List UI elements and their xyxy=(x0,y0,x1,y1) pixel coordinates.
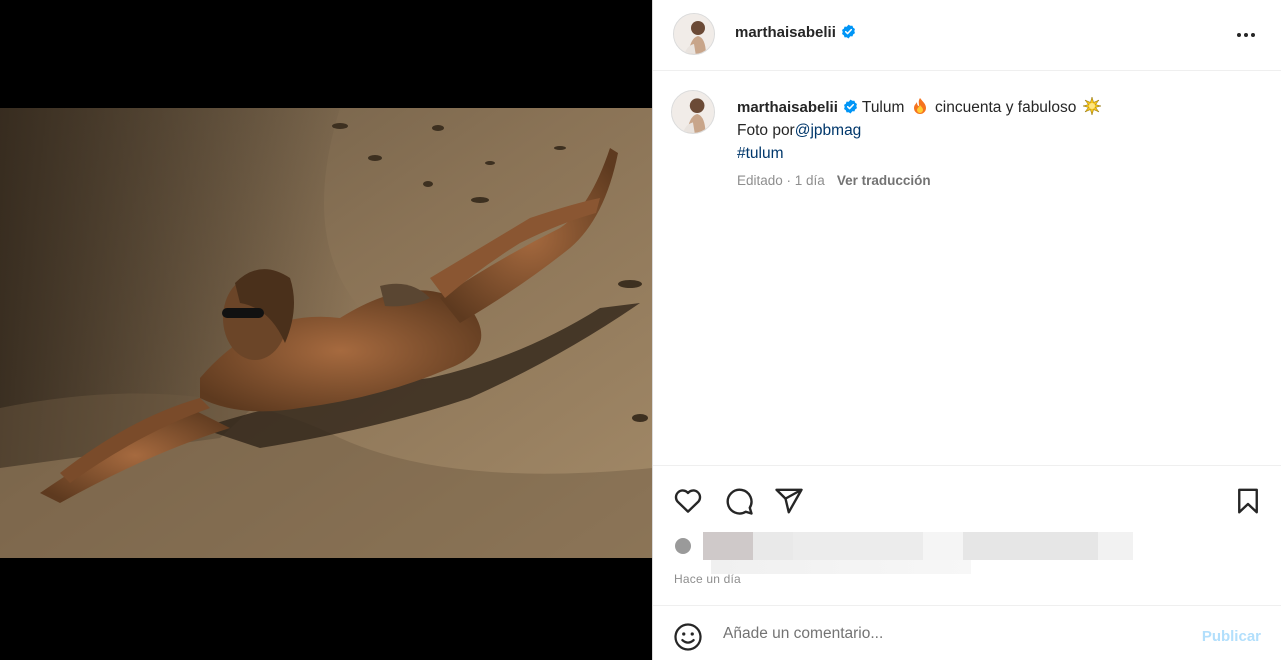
avatar[interactable] xyxy=(673,13,715,55)
post-header: marthaisabelii xyxy=(653,0,1281,71)
verified-badge-icon xyxy=(843,99,857,114)
comment-input[interactable] xyxy=(723,620,1183,648)
beach-photo xyxy=(0,108,652,558)
translate-button[interactable]: Ver traducción xyxy=(837,173,931,188)
blurred-likes xyxy=(703,532,1133,560)
caption-meta: Editado · 1 día Ver traducción xyxy=(737,173,931,188)
caption-username[interactable]: marthaisabelii xyxy=(737,99,838,116)
post-username[interactable]: marthaisabelii xyxy=(735,24,856,41)
caption-text: marthaisabelii Tulum cincuenta y fabulos… xyxy=(737,96,1257,165)
dot xyxy=(1251,33,1255,37)
edited-label: Editado · 1 día xyxy=(737,173,825,188)
profile-photo xyxy=(674,14,714,54)
fire-emoji-icon xyxy=(913,98,926,114)
blurred-likes-line-2 xyxy=(711,560,971,574)
publish-button[interactable]: Publicar xyxy=(1202,628,1261,645)
actions-section: Hace un día xyxy=(653,465,1281,605)
likes-summary-blurred xyxy=(675,532,1133,574)
smile-icon[interactable] xyxy=(673,622,703,652)
share-icon[interactable] xyxy=(774,486,804,516)
post-media xyxy=(0,0,652,660)
caption-section: marthaisabelii Tulum cincuenta y fabulos… xyxy=(653,72,1281,464)
caption-text-2: cincuenta y fabuloso xyxy=(935,99,1077,116)
credit-prefix: Foto por xyxy=(737,122,795,139)
dot xyxy=(1244,33,1248,37)
liker-avatar xyxy=(675,538,691,554)
more-horizontal-icon[interactable] xyxy=(1233,22,1259,48)
comment-icon[interactable] xyxy=(724,486,754,516)
comment-bar: Publicar xyxy=(653,605,1281,660)
profile-photo xyxy=(672,91,714,133)
caption-line-2: Foto por@jpbmag xyxy=(737,119,1257,142)
post-sidebar: marthaisabelii marthaisabelii Tulum cinc… xyxy=(652,0,1281,660)
dot xyxy=(1237,33,1241,37)
caption-line-1: marthaisabelii Tulum cincuenta y fabulos… xyxy=(737,96,1257,119)
post-timestamp[interactable]: Hace un día xyxy=(674,572,741,586)
hashtag-link[interactable]: #tulum xyxy=(737,145,784,162)
heart-icon[interactable] xyxy=(673,486,703,516)
bookmark-icon[interactable] xyxy=(1233,486,1263,516)
caption-avatar[interactable] xyxy=(671,90,715,134)
mention-link[interactable]: @jpbmag xyxy=(795,122,862,139)
verified-badge-icon xyxy=(841,24,855,39)
sparkle-emoji-icon xyxy=(1082,97,1101,115)
username-text[interactable]: marthaisabelii xyxy=(735,24,836,41)
caption-line-3: #tulum xyxy=(737,142,1257,165)
post-photo[interactable] xyxy=(0,108,652,558)
caption-text-1: Tulum xyxy=(861,99,905,116)
